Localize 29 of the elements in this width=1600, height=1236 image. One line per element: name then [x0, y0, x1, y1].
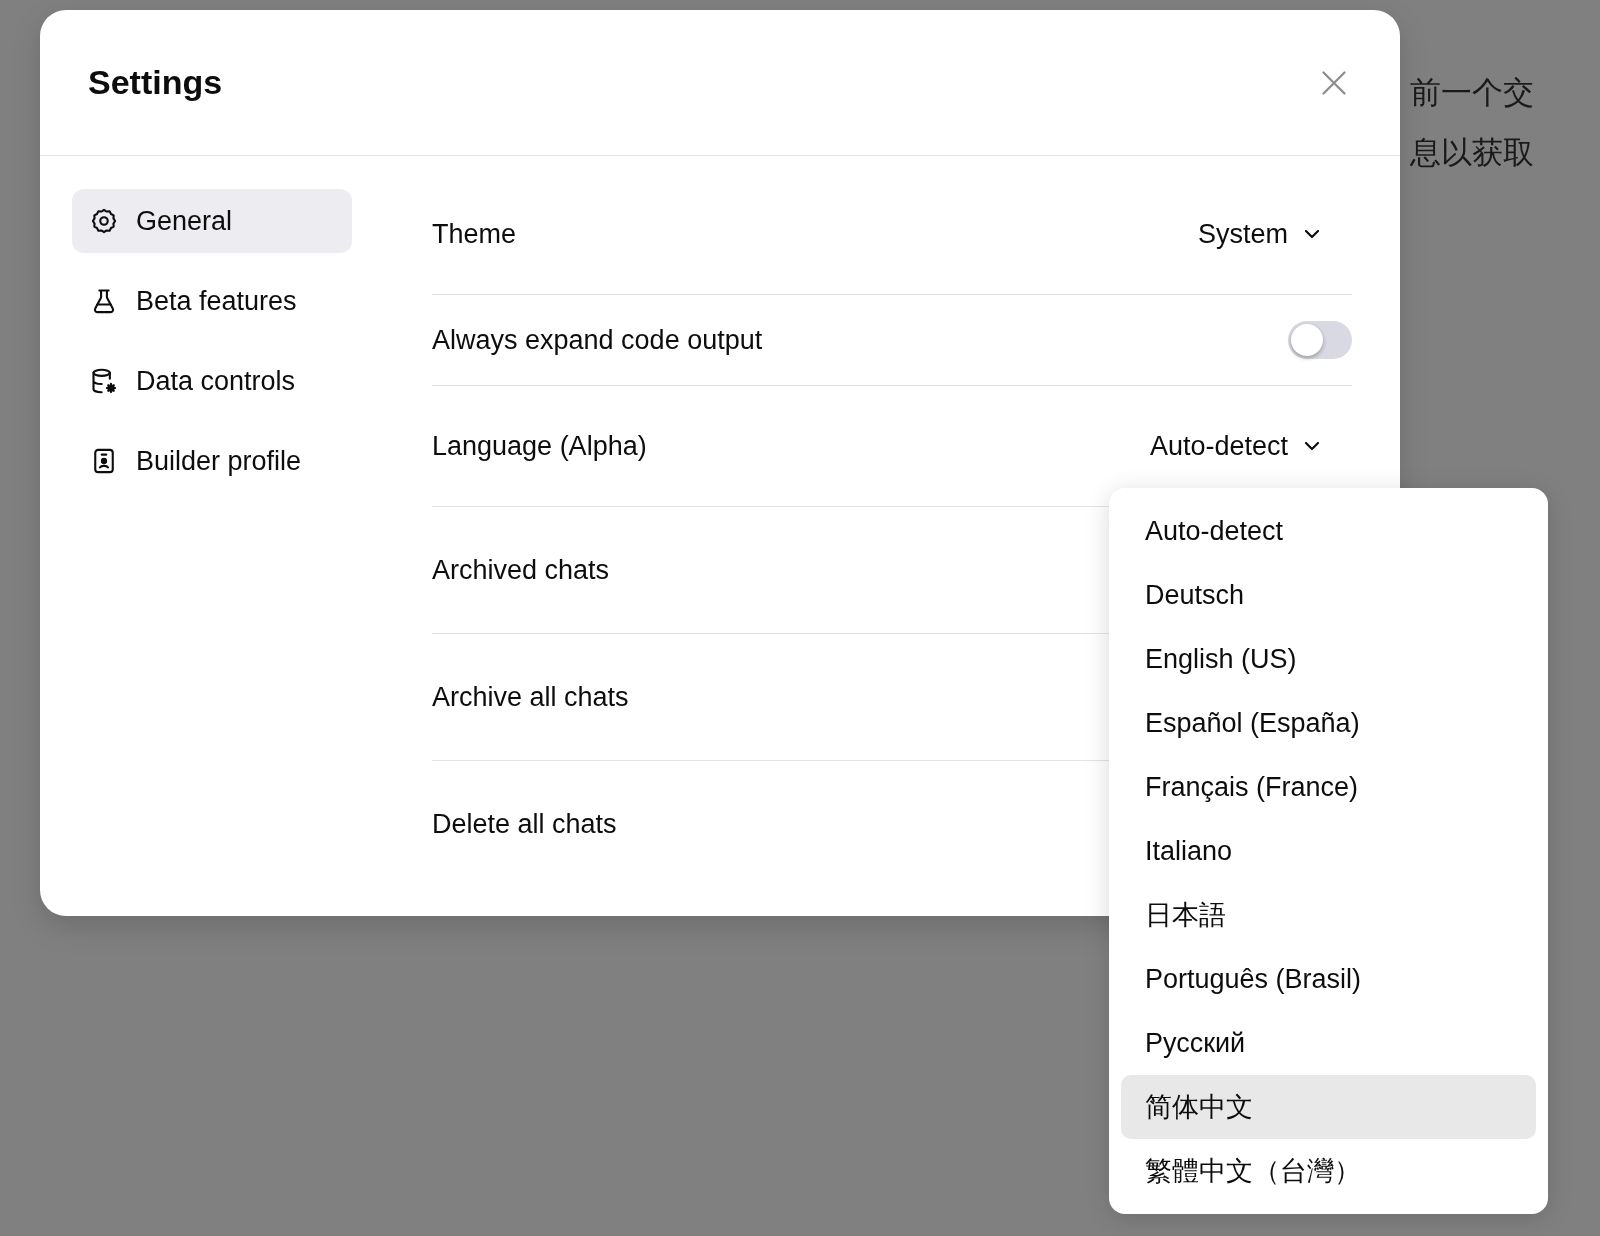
- sidebar-tab[interactable]: Beta features: [72, 269, 352, 333]
- setting-label: Always expand code output: [432, 324, 763, 356]
- chat-text: 前一个交: [1410, 74, 1534, 112]
- toggle-switch[interactable]: [1288, 321, 1352, 359]
- menu-option[interactable]: Deutsch: [1121, 563, 1536, 627]
- menu-option[interactable]: Auto-detect: [1121, 499, 1536, 563]
- dialog-title: Settings: [88, 63, 223, 102]
- setting-label: Theme: [432, 218, 517, 250]
- setting-label: Archived chats: [432, 554, 610, 586]
- menu-option[interactable]: Русский: [1121, 1011, 1536, 1075]
- menu-option[interactable]: Português (Brasil): [1121, 947, 1536, 1011]
- menu-option[interactable]: Español (España): [1121, 691, 1536, 755]
- menu-option[interactable]: 繁體中文（台灣）: [1121, 1139, 1536, 1203]
- dropdown-button[interactable]: Auto-detect: [1149, 426, 1352, 466]
- sidebar-tab[interactable]: General: [72, 189, 352, 253]
- setting-label: Delete all chats: [432, 808, 617, 840]
- menu-option[interactable]: Français (France): [1121, 755, 1536, 819]
- setting-label: Language (Alpha): [432, 430, 647, 462]
- sidebar-tab[interactable]: Data controls: [72, 349, 352, 413]
- chat-text: 息以获取: [1410, 134, 1534, 172]
- database-icon: [90, 367, 118, 395]
- menu-option[interactable]: Italiano: [1121, 819, 1536, 883]
- setting-label: Archive all chats: [432, 681, 629, 713]
- sidebar-tab[interactable]: Builder profile: [72, 429, 352, 493]
- menu-option[interactable]: 简体中文: [1121, 1075, 1536, 1139]
- menu-option[interactable]: English (US): [1121, 627, 1536, 691]
- menu-option[interactable]: 日本語: [1121, 883, 1536, 947]
- dropdown-button[interactable]: System: [1197, 214, 1352, 254]
- gear-icon: [90, 207, 118, 235]
